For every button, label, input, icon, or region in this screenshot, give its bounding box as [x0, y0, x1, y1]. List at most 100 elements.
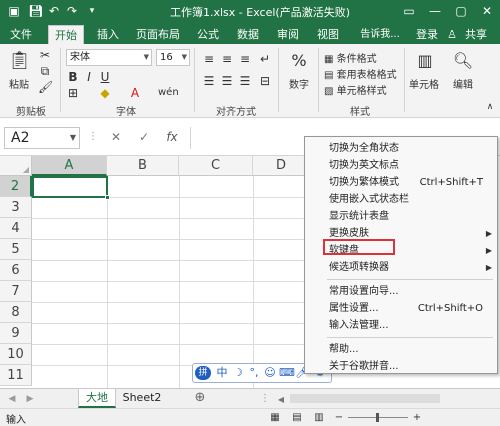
- undo-icon[interactable]: ↶: [46, 3, 62, 19]
- copy-icon[interactable]: ⧉: [38, 64, 52, 78]
- menu-item-about[interactable]: 关于谷歌拼音...: [305, 358, 497, 375]
- zoom-in-icon[interactable]: +: [412, 411, 422, 425]
- font-color-button[interactable]: A: [128, 86, 142, 100]
- tab-view[interactable]: 视图: [312, 25, 344, 44]
- menu-item-setup-wizard[interactable]: 常用设置向导...: [305, 283, 497, 300]
- column-header-d[interactable]: D: [253, 156, 310, 176]
- formula-input[interactable]: [190, 127, 302, 149]
- scroll-left-icon[interactable]: ◀: [6, 392, 18, 406]
- scroll-right-icon[interactable]: ▶: [24, 392, 36, 406]
- chevron-down-icon[interactable]: ▼: [182, 50, 187, 65]
- menu-item-ime-manager[interactable]: 输入法管理...: [305, 317, 497, 334]
- column-header-a[interactable]: A: [32, 156, 107, 176]
- align-left-icon[interactable]: ☰: [202, 74, 216, 88]
- halfwidth-moon-icon[interactable]: ☽: [231, 366, 245, 380]
- phonetic-icon[interactable]: wén: [158, 86, 179, 100]
- tab-data[interactable]: 数据: [232, 25, 264, 44]
- tab-page-layout[interactable]: 页面布局: [132, 25, 184, 44]
- active-cell-a2[interactable]: [32, 176, 110, 200]
- select-all-corner[interactable]: ◢: [0, 156, 32, 176]
- tab-review[interactable]: 审阅: [272, 25, 304, 44]
- normal-view-icon[interactable]: ▦: [268, 411, 282, 425]
- tab-home[interactable]: 开始: [48, 25, 84, 44]
- cells-button[interactable]: 单元格: [404, 76, 444, 91]
- menu-item-properties[interactable]: 属性设置... Ctrl+Shift+O: [305, 300, 497, 317]
- name-box[interactable]: A2 ▼: [4, 127, 80, 149]
- enter-entry-button[interactable]: ✓: [136, 130, 152, 144]
- merge-cells-icon[interactable]: ⊟: [258, 74, 272, 88]
- horizontal-scrollbar[interactable]: [290, 394, 440, 403]
- font-name-combo[interactable]: 宋体 ▼: [66, 49, 152, 66]
- drag-handle-icon[interactable]: ⋮: [88, 130, 98, 144]
- editing-button[interactable]: 编辑: [446, 76, 480, 91]
- ime-logo-icon[interactable]: 拼: [195, 366, 211, 380]
- row-header-10[interactable]: 10: [0, 344, 32, 365]
- align-bottom-icon[interactable]: ≡: [238, 52, 252, 66]
- number-format-button[interactable]: 数字: [284, 76, 314, 91]
- column-header-b[interactable]: B: [107, 156, 179, 176]
- wrap-text-icon[interactable]: ↵: [258, 52, 272, 66]
- punctuation-icon[interactable]: °,: [247, 366, 261, 380]
- menu-item-stats-dashboard[interactable]: 显示统计表盘: [305, 208, 497, 225]
- cancel-entry-button[interactable]: ✕: [108, 130, 124, 144]
- paste-icon[interactable]: 📋︎: [8, 50, 31, 72]
- sheet-tab-sheet2[interactable]: Sheet2: [118, 389, 166, 408]
- menu-item-traditional[interactable]: 切换为繁体模式 Ctrl+Shift+T: [305, 174, 497, 191]
- percent-icon[interactable]: %: [288, 50, 310, 72]
- row-header-5[interactable]: 5: [0, 239, 32, 260]
- fill-color-icon[interactable]: ◆: [98, 86, 112, 100]
- row-header-9[interactable]: 9: [0, 323, 32, 344]
- keyboard-icon[interactable]: ⌨: [279, 366, 295, 380]
- row-header-7[interactable]: 7: [0, 281, 32, 302]
- menu-item-english-punct[interactable]: 切换为英文标点: [305, 157, 497, 174]
- tab-file[interactable]: 文件: [6, 25, 36, 44]
- share-button[interactable]: 共享: [458, 25, 494, 44]
- row-header-3[interactable]: 3: [0, 197, 32, 218]
- maximize-button[interactable]: ▢: [448, 0, 474, 22]
- tab-splitter-icon[interactable]: ⋮: [260, 392, 270, 406]
- menu-item-embedded-statusbar[interactable]: 使用嵌入式状态栏: [305, 191, 497, 208]
- ime-mode-button[interactable]: 中: [215, 366, 229, 380]
- align-middle-icon[interactable]: ≡: [220, 52, 234, 66]
- conditional-format-button[interactable]: ▦ 条件格式: [324, 50, 398, 65]
- row-header-2[interactable]: 2: [0, 176, 32, 197]
- tab-insert[interactable]: 插入: [92, 25, 124, 44]
- qat-customize-icon[interactable]: ▾: [84, 3, 100, 19]
- table-format-button[interactable]: ▤ 套用表格格式: [324, 66, 404, 81]
- chevron-down-icon[interactable]: ▼: [70, 128, 76, 148]
- close-button[interactable]: ✕: [474, 0, 500, 22]
- tab-formulas[interactable]: 公式: [192, 25, 224, 44]
- bold-button[interactable]: B: [66, 70, 80, 84]
- cells-icon[interactable]: ▥: [414, 50, 436, 72]
- hscroll-left-icon[interactable]: ◀: [276, 393, 286, 407]
- menu-item-help[interactable]: 帮助...: [305, 341, 497, 358]
- editing-icon[interactable]: 🔍︎: [452, 50, 474, 72]
- italic-button[interactable]: I: [82, 70, 96, 84]
- page-layout-view-icon[interactable]: ▤: [290, 411, 304, 425]
- emoji-icon[interactable]: ☺: [263, 366, 277, 380]
- underline-button[interactable]: U: [98, 70, 112, 84]
- sheet-tab-dadi[interactable]: 大地: [78, 389, 116, 408]
- paste-button-label[interactable]: 粘贴: [4, 76, 34, 91]
- collapse-ribbon-icon[interactable]: ∧: [484, 100, 496, 114]
- row-header-11[interactable]: 11: [0, 365, 32, 386]
- cell-style-button[interactable]: ▧ 单元格样式: [324, 82, 398, 97]
- save-icon[interactable]: 💾︎: [28, 3, 44, 19]
- cut-icon[interactable]: ✂: [38, 48, 52, 62]
- align-right-icon[interactable]: ☰: [238, 74, 252, 88]
- login-link[interactable]: 登录: [414, 25, 440, 44]
- zoom-slider-thumb[interactable]: [376, 413, 379, 422]
- tab-tell-me[interactable]: 告诉我...: [352, 25, 408, 44]
- redo-icon[interactable]: ↷: [64, 3, 80, 19]
- page-break-view-icon[interactable]: ▥: [312, 411, 326, 425]
- chevron-down-icon[interactable]: ▼: [144, 50, 149, 65]
- ribbon-display-icon[interactable]: ▭: [396, 0, 422, 22]
- format-painter-icon[interactable]: 🖌︎: [38, 80, 53, 94]
- align-center-icon[interactable]: ☰: [220, 74, 234, 88]
- zoom-out-icon[interactable]: −: [334, 411, 344, 425]
- font-size-combo[interactable]: 16 ▼: [156, 49, 190, 66]
- worksheet-grid[interactable]: ◢ A B C D 2 3 4 5 6 7 8 9 10 11: [0, 156, 310, 388]
- fill-handle[interactable]: [105, 195, 110, 200]
- row-header-4[interactable]: 4: [0, 218, 32, 239]
- minimize-button[interactable]: —: [422, 0, 448, 22]
